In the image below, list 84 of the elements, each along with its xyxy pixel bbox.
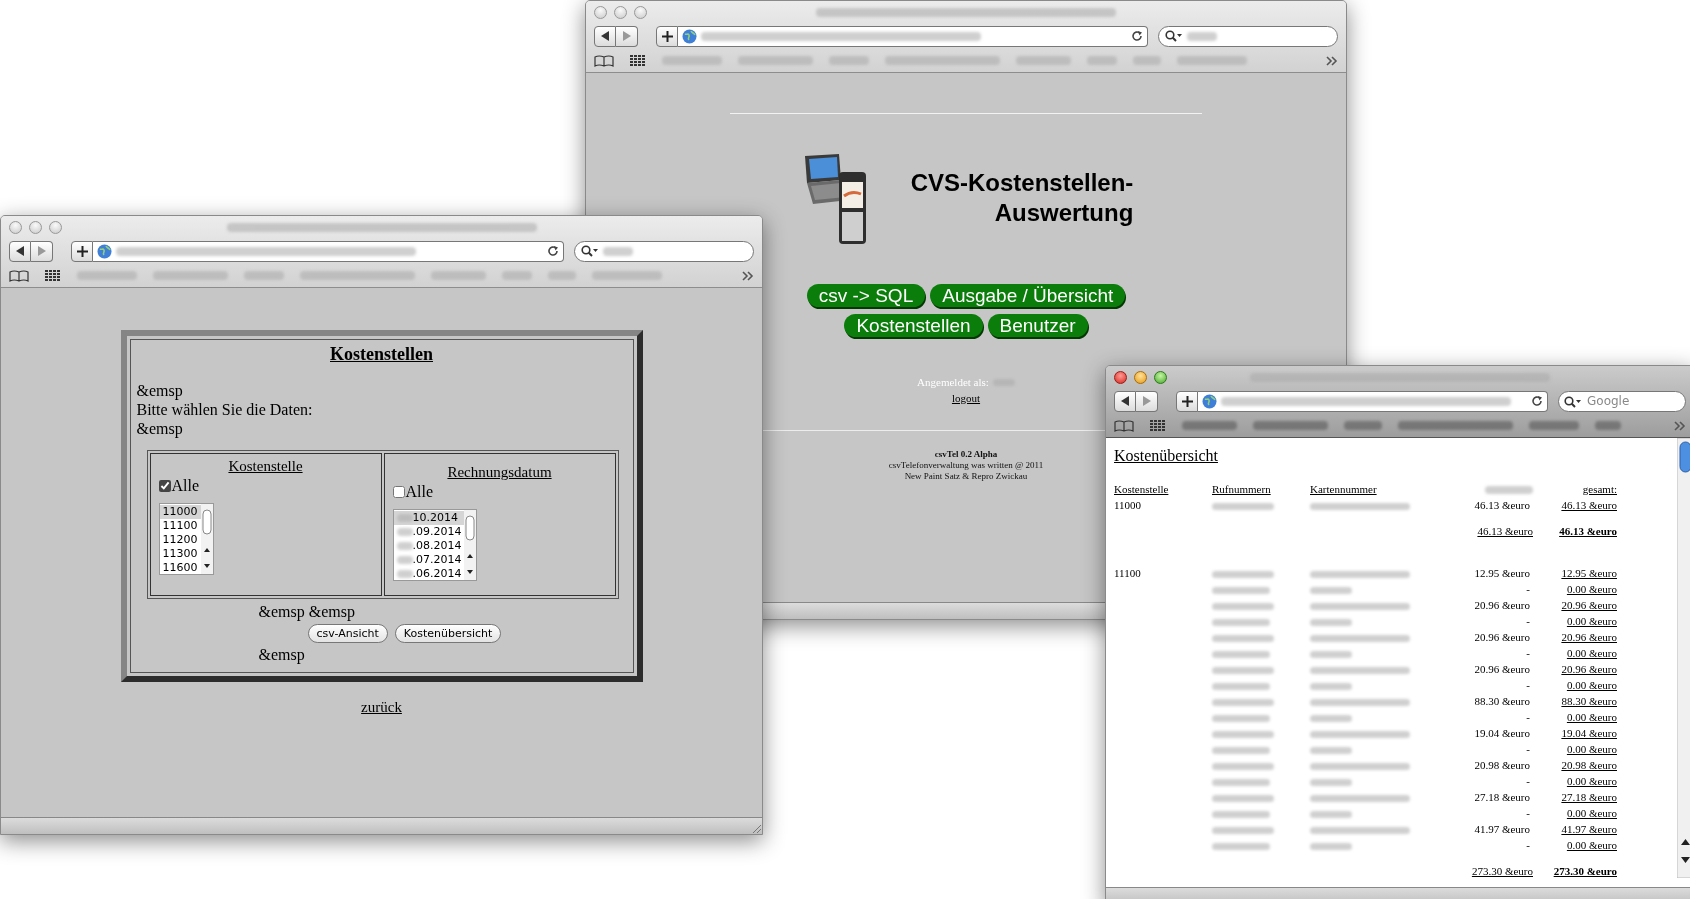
subtotal-total: 273.30 &euro: [1553, 865, 1617, 877]
total-cell: 0.00 &euro: [1566, 647, 1617, 659]
subtotal-total: 46.13 &euro: [1559, 525, 1617, 537]
checkbox-label: Alle: [171, 477, 200, 495]
amount-cell: -: [1526, 743, 1530, 755]
amount-cell: -: [1526, 583, 1530, 595]
checkbox-label: Alle: [405, 483, 434, 501]
form-button[interactable]: csv-Ansicht: [307, 624, 388, 643]
amount-cell: 27.18 &euro: [1474, 791, 1530, 803]
search-field[interactable]: Google: [1558, 390, 1686, 412]
total-cell: 0.00 &euro: [1566, 807, 1617, 819]
amount-cell: -: [1526, 647, 1530, 659]
list-box[interactable]: 11000 11100 11200 11300 11600: [158, 503, 214, 575]
body-text: &emsp &emsp: [258, 602, 356, 621]
amount-cell: 41.97 &euro: [1474, 823, 1530, 835]
subtotal-amount: 273.30 &euro: [1471, 865, 1533, 877]
total-cell: 19.04 &euro: [1561, 727, 1617, 739]
list-option[interactable]: .09.2014: [393, 525, 465, 539]
total-cell: 88.30 &euro: [1561, 695, 1617, 707]
amount-cell: 20.96 &euro: [1474, 663, 1530, 675]
body-text: &emsp: [136, 381, 184, 400]
column-header: Rufnummern: [1212, 483, 1271, 495]
total-cell: 0.00 &euro: [1566, 839, 1617, 851]
cost-center-cell: 11100: [1114, 567, 1141, 579]
back-link[interactable]: zurück: [361, 696, 402, 719]
total-cell: 0.00 &euro: [1566, 679, 1617, 691]
footer-credit: csvTelefonverwaltung was written @ 2011: [888, 459, 1044, 471]
cost-center-cell: 11000: [1114, 499, 1142, 511]
amount-cell: 88.30 &euro: [1474, 695, 1530, 707]
footer-product: csvTel 0.2 Alpha: [933, 448, 999, 460]
panel-heading: Kostenstellen: [329, 344, 434, 365]
total-cell: 46.13 &euro: [1561, 499, 1617, 511]
list-option[interactable]: 11300: [159, 547, 201, 561]
body-text: Bitte wählen Sie die Daten:: [136, 400, 314, 419]
column-header: Kartennummer: [1310, 483, 1377, 495]
logout-link[interactable]: logout: [951, 390, 981, 405]
total-cell: 0.00 &euro: [1566, 583, 1617, 595]
amount-cell: 12.95 &euro: [1474, 567, 1530, 579]
total-cell: 0.00 &euro: [1566, 615, 1617, 627]
total-cell: 41.97 &euro: [1561, 823, 1617, 835]
filter-heading: Rechnungsdatum: [446, 464, 553, 481]
footer-company: New Paint Satz & Repro Zwickau: [903, 470, 1029, 482]
list-option[interactable]: .06.2014: [393, 567, 465, 581]
total-cell: 20.96 &euro: [1561, 599, 1617, 611]
total-cell: 12.95 &euro: [1561, 567, 1617, 579]
nav-button[interactable]: Kostenstellen: [844, 314, 983, 337]
subtotal-amount: 46.13 &euro: [1477, 525, 1533, 537]
amount-cell: -: [1526, 807, 1530, 819]
list-option[interactable]: .07.2014: [393, 553, 465, 567]
total-cell: 0.00 &euro: [1566, 775, 1617, 787]
body-text: &emsp: [258, 645, 306, 664]
total-cell: 20.98 &euro: [1561, 759, 1617, 771]
amount-cell: -: [1526, 615, 1530, 627]
list-option[interactable]: 11100: [159, 519, 201, 533]
column-header: Kostenstelle: [1114, 483, 1169, 495]
app-title: CVS-Kostenstellen- Auswertung: [910, 168, 1134, 228]
form-button[interactable]: Kostenübersicht: [394, 624, 502, 643]
nav-button[interactable]: Benutzer: [987, 314, 1088, 337]
total-cell: 0.00 &euro: [1566, 711, 1617, 723]
total-cell: 20.96 &euro: [1561, 663, 1617, 675]
page-heading: Kostenübersicht: [1114, 446, 1219, 466]
nav-button[interactable]: Ausgabe / Übersicht: [930, 284, 1126, 307]
total-cell: 27.18 &euro: [1561, 791, 1617, 803]
total-cell: 0.00 &euro: [1566, 743, 1617, 755]
list-box[interactable]: 10.2014 .09.2014 .08.2014 .07.2014 .06.2014: [392, 509, 478, 581]
amount-cell: 20.98 &euro: [1474, 759, 1530, 771]
amount-cell: -: [1526, 839, 1530, 851]
list-option[interactable]: 11200: [159, 533, 201, 547]
list-option[interactable]: 11600: [159, 561, 201, 575]
column-header: gesamt:: [1582, 483, 1617, 495]
amount-cell: -: [1526, 711, 1530, 723]
list-option[interactable]: .08.2014: [393, 539, 465, 553]
list-option[interactable]: 10.2014: [393, 511, 465, 525]
list-option[interactable]: 11000: [159, 505, 201, 519]
amount-cell: 19.04 &euro: [1474, 727, 1530, 739]
amount-cell: 46.13 &euro: [1474, 499, 1530, 511]
amount-cell: -: [1526, 679, 1530, 691]
nav-button[interactable]: csv -> SQL: [806, 284, 926, 307]
total-cell: 20.96 &euro: [1561, 631, 1617, 643]
amount-cell: 20.96 &euro: [1474, 599, 1530, 611]
filter-heading: Kostenstelle: [227, 458, 304, 475]
body-text: &emsp: [136, 419, 184, 438]
amount-cell: -: [1526, 775, 1530, 787]
amount-cell: 20.96 &euro: [1474, 631, 1530, 643]
